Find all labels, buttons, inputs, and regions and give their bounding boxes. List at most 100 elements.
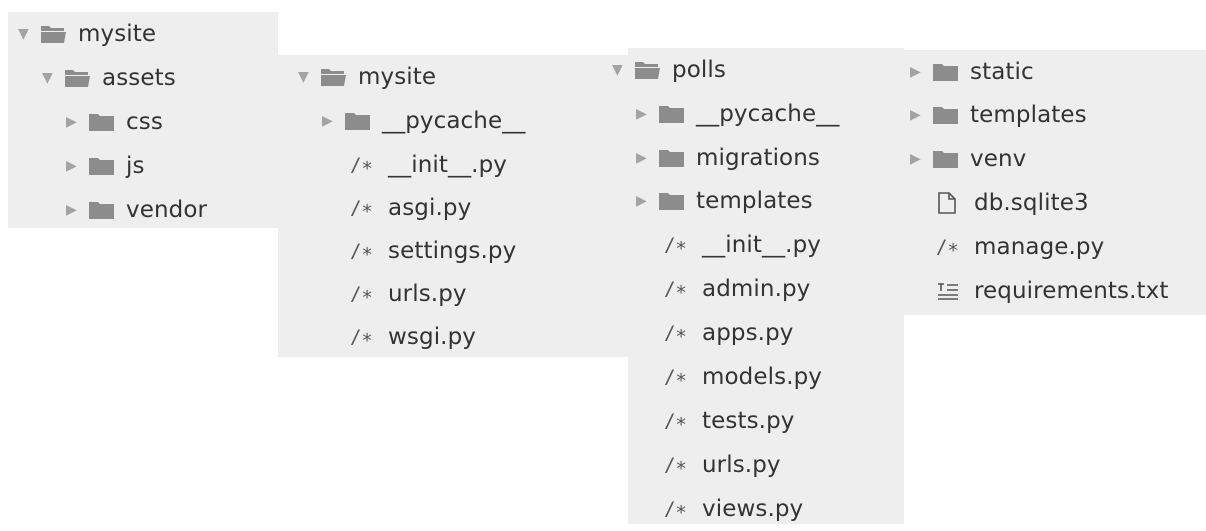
python-file-icon: /∗: [350, 154, 373, 176]
tree-item-label: urls.py: [702, 452, 781, 478]
tree-item-css[interactable]: ▶ css: [66, 100, 163, 144]
python-file-icon: /∗: [664, 454, 687, 476]
tree-item-label: manage.py: [974, 234, 1105, 260]
tree-item-mysite-root[interactable]: ▼ mysite: [18, 12, 156, 56]
tree-item-label: templates: [970, 102, 1087, 128]
tree-item-models-py[interactable]: /∗ models.py: [664, 355, 822, 399]
expand-arrow-right-icon[interactable]: ▶: [66, 144, 88, 188]
expand-arrow-right-icon[interactable]: ▶: [910, 93, 932, 137]
tree-item-pycache[interactable]: ▶ __pycache__: [322, 99, 525, 143]
file-tree-panel-4: ▶ static ▶ templates ▶ venv db.sqlite3 /…: [904, 50, 1206, 315]
folder-icon: [658, 92, 696, 136]
file-tree-panel-2: ▼ mysite ▶ __pycache__ /∗ __init__.py /∗…: [278, 55, 628, 357]
folder-icon: [88, 100, 126, 144]
python-file-icon: /∗: [350, 240, 373, 262]
folder-icon: [88, 144, 126, 188]
tree-item-settings-py[interactable]: /∗ settings.py: [350, 229, 516, 273]
tree-item-admin-py[interactable]: /∗ admin.py: [664, 267, 810, 311]
tree-item-pycache[interactable]: ▶ __pycache__: [636, 92, 839, 136]
file-icon: [936, 181, 974, 225]
python-file-icon: /∗: [936, 236, 959, 258]
tree-item-assets[interactable]: ▼ assets: [42, 56, 176, 100]
expand-arrow-down-icon[interactable]: ▼: [298, 55, 320, 99]
tree-item-polls[interactable]: ▼ polls: [612, 48, 726, 92]
python-file-icon: /∗: [350, 283, 373, 305]
tree-item-db-sqlite3[interactable]: db.sqlite3: [936, 181, 1089, 225]
tree-item-js[interactable]: ▶ js: [66, 144, 145, 188]
tree-item-label: admin.py: [702, 276, 811, 302]
tree-item-templates[interactable]: ▶ templates: [636, 179, 813, 223]
python-file-icon: /∗: [664, 366, 687, 388]
tree-item-apps-py[interactable]: /∗ apps.py: [664, 311, 794, 355]
tree-item-migrations[interactable]: ▶ migrations: [636, 136, 820, 180]
python-file-icon: /∗: [664, 278, 687, 300]
folder-icon: [658, 179, 696, 223]
tree-item-label: css: [126, 109, 163, 135]
tree-item-views-py[interactable]: /∗ views.py: [664, 487, 803, 531]
tree-item-label: migrations: [696, 145, 820, 171]
tree-item-label: __pycache__: [382, 108, 526, 134]
tree-item-static[interactable]: ▶ static: [910, 50, 1034, 94]
tree-item-label: assets: [102, 65, 176, 91]
expand-arrow-right-icon[interactable]: ▶: [910, 137, 932, 181]
tree-item-requirements-txt[interactable]: requirements.txt: [936, 269, 1168, 313]
expand-arrow-right-icon[interactable]: ▶: [636, 179, 658, 223]
expand-arrow-right-icon[interactable]: ▶: [910, 50, 932, 94]
python-file-icon: /∗: [664, 410, 687, 432]
tree-item-init-py[interactable]: /∗ __init__.py: [350, 143, 507, 187]
folder-open-icon: [634, 48, 672, 92]
tree-item-label: polls: [672, 57, 726, 83]
tree-item-label: static: [970, 59, 1034, 85]
tree-item-label: __pycache__: [696, 101, 840, 127]
expand-arrow-right-icon[interactable]: ▶: [66, 188, 88, 232]
tree-item-label: tests.py: [702, 408, 795, 434]
tree-item-asgi-py[interactable]: /∗ asgi.py: [350, 186, 471, 230]
tree-item-urls-py[interactable]: /∗ urls.py: [350, 272, 467, 316]
python-file-icon: /∗: [664, 498, 687, 520]
tree-item-templates[interactable]: ▶ templates: [910, 93, 1087, 137]
tree-item-vendor[interactable]: ▶ vendor: [66, 188, 207, 232]
folder-icon: [658, 136, 696, 180]
tree-item-label: js: [126, 153, 145, 179]
tree-item-tests-py[interactable]: /∗ tests.py: [664, 399, 794, 443]
tree-item-wsgi-py[interactable]: /∗ wsgi.py: [350, 315, 476, 359]
tree-item-manage-py[interactable]: /∗ manage.py: [936, 225, 1104, 269]
tree-item-urls-py[interactable]: /∗ urls.py: [664, 443, 781, 487]
tree-item-label: db.sqlite3: [974, 190, 1089, 216]
folder-icon: [344, 99, 382, 143]
tree-item-label: apps.py: [702, 320, 794, 346]
tree-item-label: mysite: [78, 21, 157, 47]
tree-item-label: templates: [696, 188, 813, 214]
tree-item-label: wsgi.py: [388, 324, 477, 350]
folder-open-icon: [320, 55, 358, 99]
folder-open-icon: [64, 56, 102, 100]
tree-item-label: settings.py: [388, 238, 517, 264]
folder-icon: [932, 93, 970, 137]
tree-item-label: __init__.py: [702, 232, 821, 258]
tree-item-venv[interactable]: ▶ venv: [910, 137, 1026, 181]
python-file-icon: /∗: [350, 326, 373, 348]
tree-item-label: views.py: [702, 496, 804, 522]
expand-arrow-right-icon[interactable]: ▶: [636, 92, 658, 136]
folder-icon: [932, 50, 970, 94]
tree-item-label: mysite: [358, 64, 437, 90]
folder-open-icon: [40, 12, 78, 56]
tree-item-label: __init__.py: [388, 152, 507, 178]
tree-item-init-py[interactable]: /∗ __init__.py: [664, 223, 821, 267]
folder-icon: [932, 137, 970, 181]
expand-arrow-right-icon[interactable]: ▶: [66, 100, 88, 144]
tree-item-label: urls.py: [388, 281, 467, 307]
tree-item-label: asgi.py: [388, 195, 472, 221]
tree-item-label: models.py: [702, 364, 823, 390]
file-tree-panel-1: ▼ mysite ▼ assets ▶ css ▶ js ▶ vendor: [8, 12, 278, 228]
expand-arrow-down-icon[interactable]: ▼: [42, 56, 64, 100]
python-file-icon: /∗: [664, 322, 687, 344]
text-file-icon: [936, 269, 974, 313]
python-file-icon: /∗: [350, 197, 373, 219]
tree-item-label: vendor: [126, 197, 208, 223]
expand-arrow-down-icon[interactable]: ▼: [612, 48, 634, 92]
expand-arrow-right-icon[interactable]: ▶: [636, 136, 658, 180]
tree-item-mysite-package[interactable]: ▼ mysite: [298, 55, 436, 99]
expand-arrow-right-icon[interactable]: ▶: [322, 99, 344, 143]
expand-arrow-down-icon[interactable]: ▼: [18, 12, 40, 56]
